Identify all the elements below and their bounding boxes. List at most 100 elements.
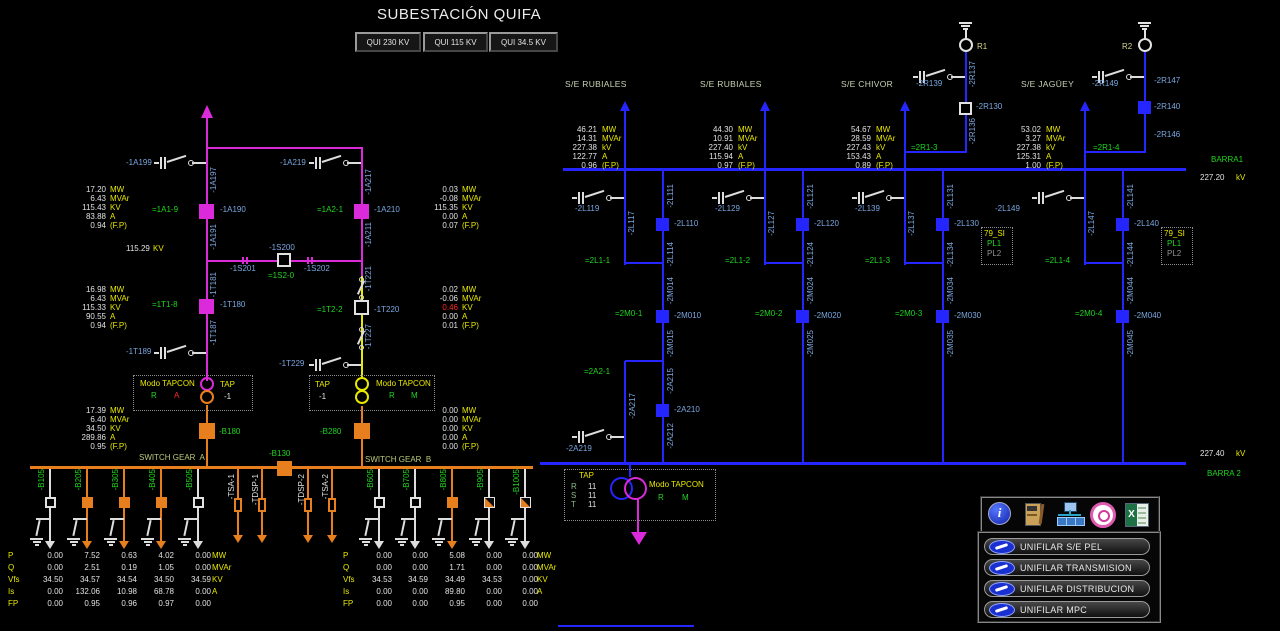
device-label: -2L134 (946, 242, 955, 267)
circuit-line (1140, 25, 1149, 27)
measure-unit: A (462, 433, 468, 442)
device-label: -2L121 (806, 184, 815, 209)
table-value: 0.95 (84, 599, 100, 608)
device-label: -1A191 (209, 224, 218, 250)
earth-switch-part (473, 544, 478, 546)
measure-value: 6.43 (90, 294, 106, 303)
earth-switch-part (397, 541, 406, 543)
line-header-rubiales-1: S/E RUBIALES (565, 79, 627, 89)
earth-switch[interactable] (309, 154, 363, 173)
table-row-label: Is (343, 587, 350, 596)
measure-value: 10.91 (712, 134, 733, 143)
measure-unit: MW (462, 285, 477, 294)
feeder-breaker[interactable] (484, 497, 495, 508)
device-label: -2A215 (666, 368, 675, 394)
info-icon[interactable]: i (988, 502, 1014, 527)
breaker[interactable] (959, 102, 972, 115)
flow-arrow (45, 541, 55, 549)
breaker[interactable] (796, 218, 809, 231)
device-label: =2M0-1 (615, 309, 643, 318)
earth-switch-part (1044, 189, 1065, 198)
measure-unit: MVAr (110, 194, 130, 203)
breaker[interactable] (936, 310, 949, 323)
measure-value: 115.33 (82, 303, 106, 312)
breaker[interactable] (277, 253, 291, 267)
feeder-breaker[interactable] (119, 497, 130, 508)
feeder-breaker[interactable] (156, 497, 167, 508)
meter-icon[interactable] (1022, 502, 1048, 527)
earth-switch-part (718, 192, 720, 204)
feeder-label: -TSA-2 (321, 474, 330, 500)
breaker[interactable] (199, 423, 215, 439)
breaker[interactable] (1138, 101, 1151, 114)
circuit-line (1142, 28, 1147, 30)
earth-switch[interactable] (1032, 189, 1086, 208)
earth-switch-part (164, 157, 166, 169)
breaker[interactable] (656, 218, 669, 231)
nav-button-unifilar-transmision[interactable]: UNIFILAR TRANSMISION (984, 559, 1150, 576)
feeder-breaker[interactable] (520, 497, 531, 508)
excel-icon[interactable]: X (1124, 502, 1150, 527)
table-row-label: Is (8, 587, 15, 596)
measure-value: 34.50 (85, 424, 106, 433)
device-label: -2L141 (1126, 184, 1135, 209)
breaker[interactable] (354, 204, 369, 219)
breaker[interactable] (796, 310, 809, 323)
breaker[interactable] (354, 300, 369, 315)
breaker[interactable] (277, 461, 292, 476)
device-label: -2L117 (627, 211, 636, 236)
breaker[interactable] (199, 299, 214, 314)
measure-unit: KV (110, 203, 121, 212)
device-label: -1A219 (280, 158, 306, 167)
earth-switch-part (1104, 68, 1125, 77)
earth-switch-part (584, 189, 605, 198)
device-label: -1T181 (209, 272, 218, 298)
voltage-button-230kv[interactable]: QUI 230 KV (355, 32, 421, 52)
device-label: -2M040 (1134, 311, 1162, 320)
feeder-breaker[interactable] (193, 497, 204, 508)
feeder-breaker[interactable] (410, 497, 421, 508)
table-value: 0.00 (522, 563, 538, 572)
voltage-button-34kv[interactable]: QUI 34.5 KV (489, 32, 558, 52)
breaker[interactable] (656, 404, 669, 417)
feeder-breaker[interactable] (447, 497, 458, 508)
measure-unit: kV (1046, 143, 1056, 152)
circuit-line (624, 170, 626, 265)
nav-button-unifilar-mpc[interactable]: UNIFILAR MPC (984, 601, 1150, 618)
table-row-label: FP (8, 599, 19, 608)
device-label: -2M020 (814, 311, 842, 320)
earth-switch-part (1092, 76, 1097, 78)
breaker[interactable] (1116, 310, 1129, 323)
nav-button-unifilar-se-pel[interactable]: UNIFILAR S/E PEL (984, 538, 1150, 555)
table-value: 68.78 (153, 587, 174, 596)
earth-switch-part (572, 197, 577, 199)
breaker[interactable] (354, 423, 370, 439)
breaker[interactable] (656, 310, 669, 323)
earth-switch[interactable] (154, 154, 208, 173)
measure-unit: MW (462, 185, 477, 194)
breaker[interactable] (936, 218, 949, 231)
schematic-text: M (411, 391, 418, 400)
schematic-text: Modo TAPCON (649, 480, 704, 489)
earth-switch[interactable] (154, 344, 208, 363)
breaker[interactable] (199, 204, 214, 219)
earth-switch-part (71, 544, 76, 546)
table-value: 0.00 (47, 563, 63, 572)
voltage-button-115kv[interactable]: QUI 115 KV (423, 32, 488, 52)
table-value: 7.52 (84, 551, 100, 560)
power-icon[interactable] (1090, 502, 1116, 528)
earth-switch-part (104, 538, 117, 540)
circuit-line (86, 469, 88, 497)
feeder-breaker[interactable] (82, 497, 93, 508)
device-label: -2R136 (968, 118, 977, 145)
schematic-text: PL1 (1167, 239, 1182, 248)
feeder-breaker[interactable] (374, 497, 385, 508)
schematic-text: R (571, 482, 577, 491)
earth-switch[interactable] (309, 356, 363, 375)
network-icon[interactable] (1056, 502, 1085, 527)
feeder-breaker[interactable] (45, 497, 56, 508)
breaker[interactable] (1116, 218, 1129, 231)
earth-switch-part (321, 154, 342, 163)
nav-button-unifilar-distribucion[interactable]: UNIFILAR DISTRIBUCION (984, 580, 1150, 597)
schematic-text: 11 (588, 500, 597, 509)
